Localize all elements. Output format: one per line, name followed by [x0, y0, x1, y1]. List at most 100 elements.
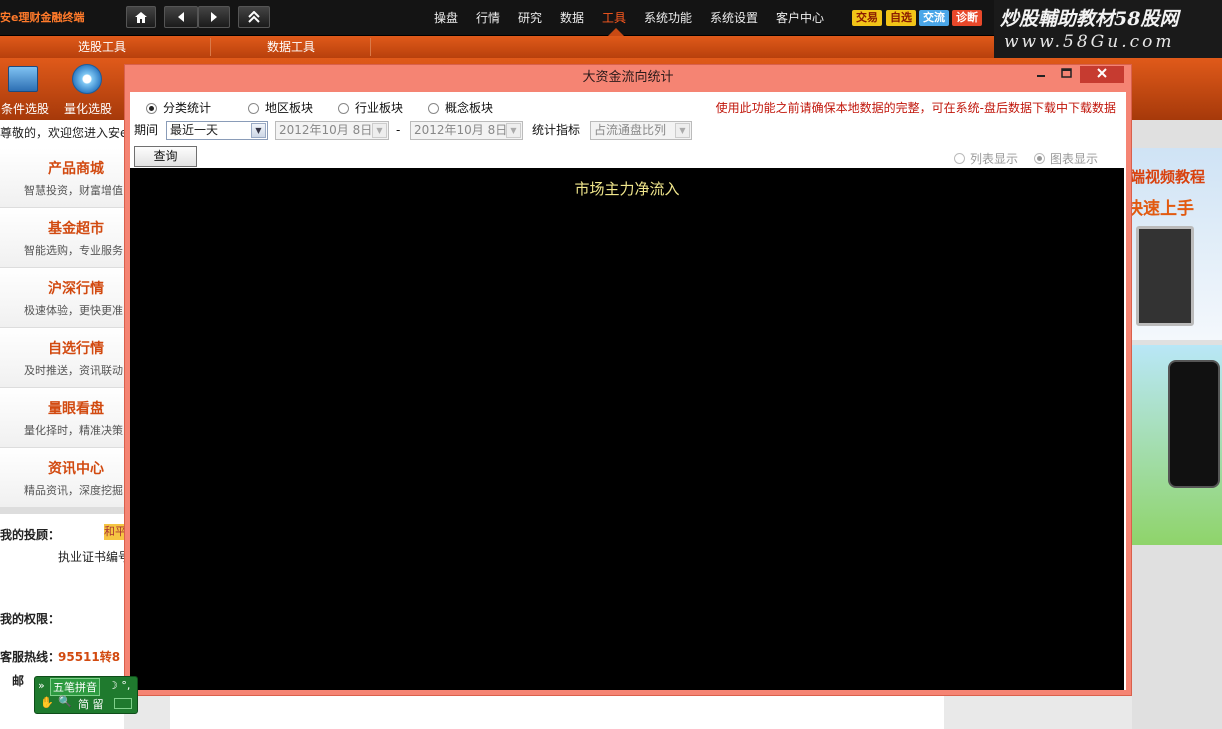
side-menu-item[interactable]: 基金超市 智能选购，专业服务 — [0, 208, 124, 268]
license-label: 执业证书编号 — [58, 550, 124, 564]
quant-disc-icon — [72, 64, 102, 94]
back-button[interactable] — [164, 6, 198, 28]
radio-label: 分类统计 — [163, 101, 212, 115]
phone-image — [1168, 360, 1220, 488]
menu-item[interactable]: 操盘 — [434, 8, 458, 28]
tool-label: 量化选股 — [63, 102, 112, 116]
menu-item[interactable]: 行情 — [476, 8, 500, 28]
view-list-label: 列表显示 — [970, 152, 1019, 166]
quick-button[interactable]: 交流 — [919, 10, 949, 26]
home-button[interactable] — [126, 6, 156, 28]
collapse-up-icon — [248, 11, 260, 23]
quick-button[interactable]: 诊断 — [952, 10, 982, 26]
view-chart-option[interactable]: 图表显示 — [1034, 150, 1098, 167]
fund-flow-chart-area — [130, 168, 1124, 690]
side-item-title: 量眼看盘 — [48, 401, 104, 417]
dialog-title: 大资金流向统计 — [582, 70, 674, 85]
menu-item[interactable]: 工具 — [602, 8, 626, 28]
promo-line2: 快速上手 — [1126, 199, 1194, 219]
radio-button — [428, 102, 439, 114]
tool-quant-screen[interactable]: 量化选股 — [60, 62, 116, 118]
side-menu-item[interactable]: 量眼看盘量化择时，精准决策 — [0, 388, 124, 448]
search-icon[interactable]: 🔍 — [58, 695, 72, 708]
minimize-icon — [1037, 75, 1045, 77]
radio-label: 地区板块 — [265, 101, 314, 115]
home-icon — [135, 11, 147, 23]
tab-stock-tools[interactable]: 选股工具 — [0, 36, 204, 58]
period-value: 最近一天 — [170, 123, 219, 137]
close-button[interactable] — [1080, 66, 1124, 83]
advisor-label: 我的投顾： — [0, 528, 61, 542]
app-logo: 安e理财金融终端 — [0, 11, 85, 24]
stat-indicator-select[interactable]: 占流通盘比列 ▼ — [590, 121, 692, 140]
keyboard-icon[interactable] — [114, 698, 132, 709]
date-separator: - — [396, 123, 401, 137]
category-radio-option[interactable]: 地区板块 — [248, 100, 313, 116]
watermark-line1: 炒股輔助教材58股网 — [1000, 8, 1179, 30]
tool-condition-screen[interactable]: 条件选股 — [0, 62, 50, 118]
date-from-picker[interactable]: 2012年10月 8日, ▼ — [275, 121, 389, 140]
chevron-down-icon: ▼ — [372, 123, 387, 138]
tab-divider — [210, 38, 211, 56]
date-to-picker[interactable]: 2012年10月 8日, ▼ — [410, 121, 523, 140]
forward-icon — [211, 12, 217, 22]
tab-divider — [370, 38, 371, 56]
menu-item[interactable]: 系统设置 — [710, 8, 758, 28]
back-icon — [178, 12, 184, 22]
quick-button[interactable]: 自选 — [886, 10, 916, 26]
side-item-subtitle: 智能选购，专业服务 — [24, 244, 123, 257]
moon-icon[interactable]: ☽ °, — [108, 679, 130, 692]
side-item-title: 自选行情 — [48, 341, 104, 357]
radio-button — [146, 102, 157, 114]
welcome-text: 尊敬的，欢迎您进入安e — [0, 126, 124, 140]
side-menu-item[interactable]: 沪深行情 极速体验，更快更准 — [0, 268, 124, 328]
quick-button[interactable]: 交易 — [852, 10, 882, 26]
tab-data-tools[interactable]: 数据工具 — [212, 36, 370, 58]
side-item-subtitle: 精品资讯，深度挖掘 — [24, 484, 123, 497]
ime-expand-icon[interactable]: » — [38, 679, 45, 692]
collapse-button[interactable] — [238, 6, 270, 28]
stat-indicator-label: 统计指标 — [532, 123, 581, 137]
query-button[interactable]: 查询 — [134, 146, 197, 167]
radio-label: 概念板块 — [445, 101, 494, 115]
side-item-subtitle: 量化择时，精准决策 — [24, 424, 123, 437]
panel-splitter[interactable] — [0, 508, 124, 514]
hotline-label: 客服热线： — [0, 650, 61, 664]
stat-indicator-value: 占流通盘比列 — [594, 123, 667, 137]
chevron-down-icon: ▼ — [506, 123, 521, 138]
category-radio-option[interactable]: 概念板块 — [428, 100, 493, 116]
watermark-line2: www.58Gu.com — [1004, 32, 1175, 52]
category-radio-option[interactable]: 分类统计 — [146, 100, 211, 116]
view-list-option[interactable]: 列表显示 — [954, 150, 1018, 167]
menu-item[interactable]: 客户中心 — [776, 8, 824, 28]
period-select[interactable]: 最近一天 ▼ — [166, 121, 268, 140]
side-item-title: 资讯中心 — [48, 461, 104, 477]
hotline-value: 95511转8 — [58, 650, 121, 664]
side-menu-item[interactable]: 资讯中心精品资讯，深度挖掘 — [0, 448, 124, 508]
ime-mode[interactable]: 五笔拼音 — [50, 678, 100, 696]
advisor-badge[interactable]: 和平 — [104, 524, 124, 540]
radio-button — [1034, 153, 1045, 164]
radio-button — [338, 102, 349, 114]
laptop-image — [1136, 226, 1194, 326]
permission-label: 我的权限： — [0, 612, 61, 626]
menu-item[interactable]: 研究 — [518, 8, 542, 28]
forward-button[interactable] — [198, 6, 230, 28]
maximize-button[interactable] — [1054, 66, 1078, 83]
side-item-subtitle: 智慧投资，财富增值 — [24, 184, 123, 197]
minimize-button[interactable] — [1030, 66, 1052, 83]
side-menu-item[interactable]: 产品商城 智慧投资，财富增值 — [0, 148, 124, 208]
menu-item[interactable]: 系统功能 — [644, 8, 692, 28]
side-menu-item[interactable]: 自选行情 及时推送，资讯联动 — [0, 328, 124, 388]
chart-title: 市场主力净流入 — [574, 180, 680, 198]
menu-item[interactable]: 数据 — [560, 8, 584, 28]
category-radio-option[interactable]: 行业板块 — [338, 100, 403, 116]
promo-line1: 端视频教程 — [1130, 168, 1206, 186]
content-area — [170, 696, 944, 729]
date-from-value: 2012年10月 8日, — [279, 123, 377, 137]
radio-label: 行业板块 — [355, 101, 404, 115]
active-menu-indicator — [608, 28, 624, 36]
hand-icon[interactable]: ✋ — [40, 696, 54, 709]
ime-row2[interactable]: 简 留 — [78, 696, 104, 712]
maximize-icon — [1060, 68, 1072, 78]
